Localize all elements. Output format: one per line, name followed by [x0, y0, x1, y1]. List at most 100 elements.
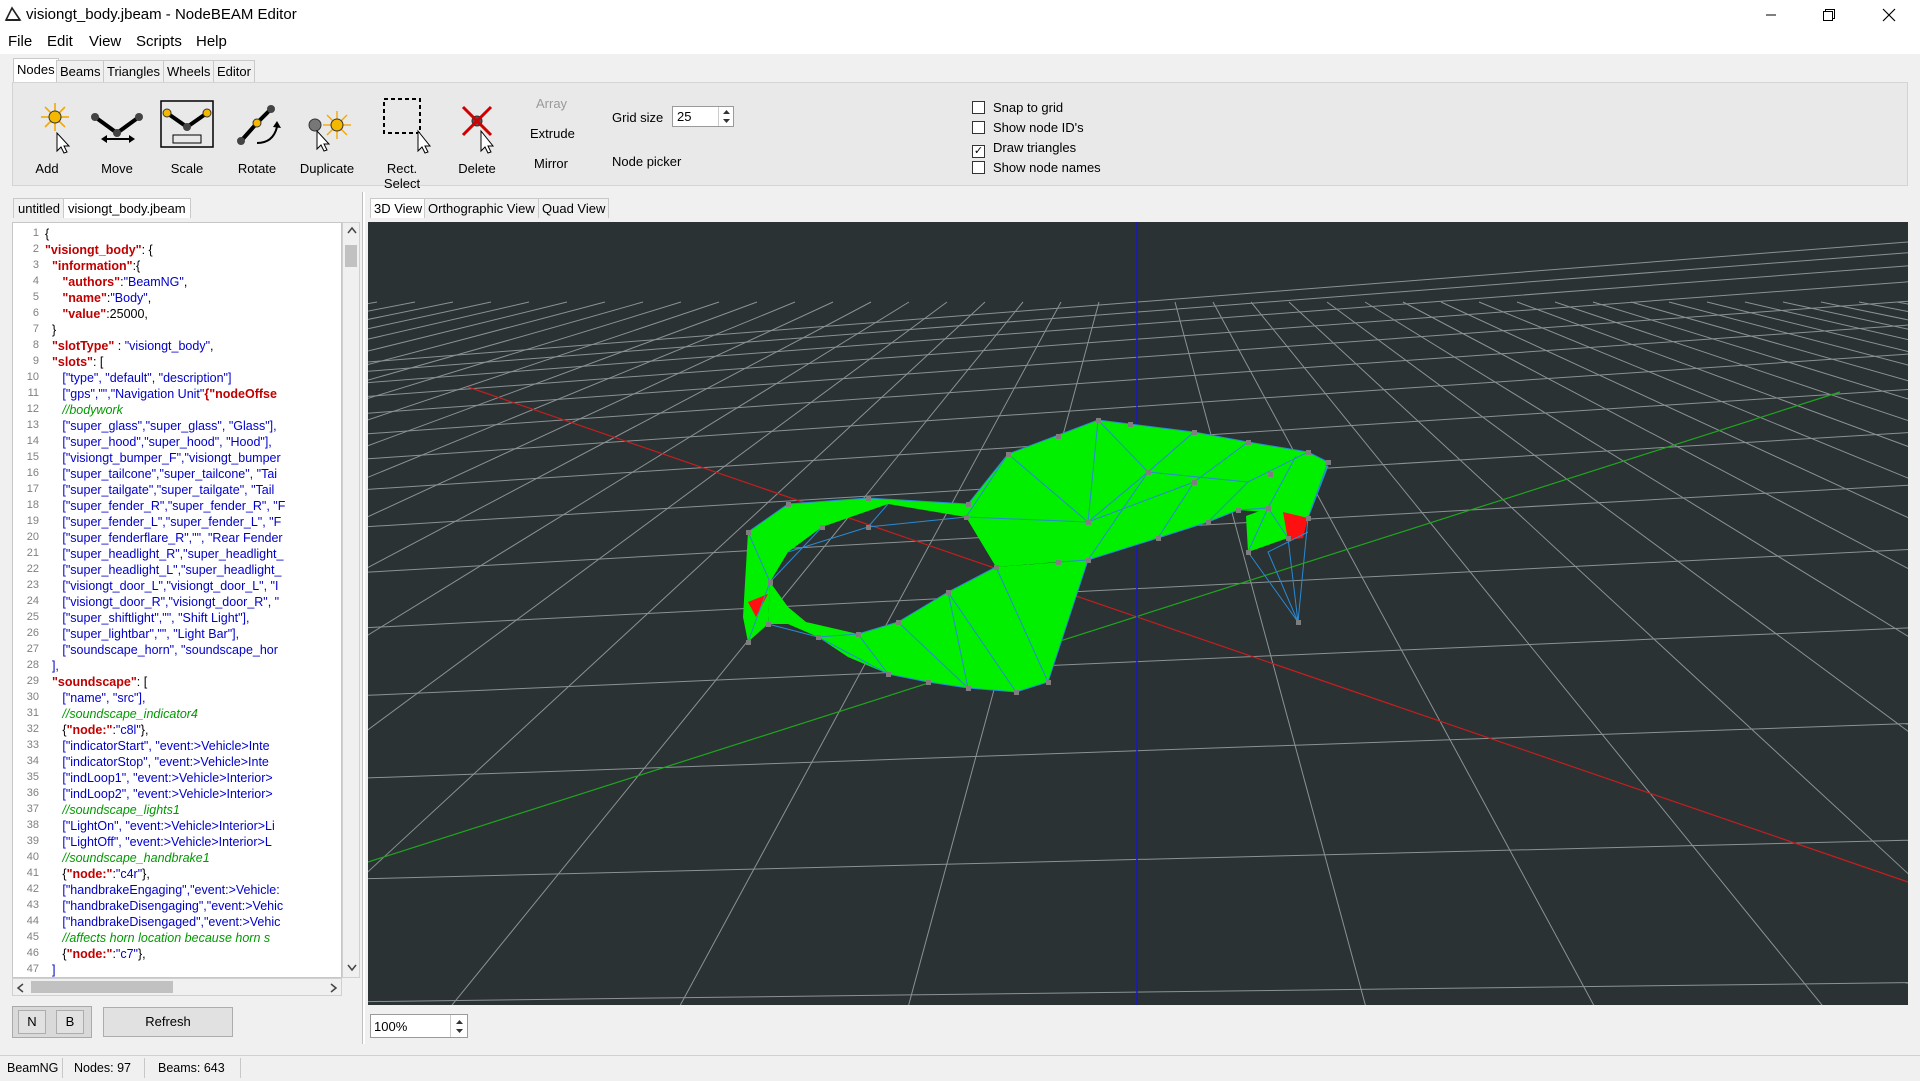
scroll-up-icon — [347, 226, 357, 234]
line-number: 32 — [26, 723, 39, 735]
mirror-button[interactable]: Mirror — [534, 156, 568, 171]
menu-file[interactable]: File — [8, 33, 32, 50]
menu-scripts[interactable]: Scripts — [136, 33, 182, 50]
line-number: 40 — [26, 851, 39, 863]
zoom-value: 100% — [374, 1019, 408, 1034]
code-horizontal-scrollbar[interactable] — [12, 978, 342, 996]
tab-editor[interactable]: Editor — [213, 60, 255, 82]
rect-select-tool-label: Rect. Select — [383, 161, 421, 191]
code-text: ["super_headlight_R","super_headlight_ — [62, 547, 284, 561]
checkbox-box — [972, 101, 985, 114]
restore-icon — [1823, 9, 1835, 21]
zoom-spinbox[interactable]: 100% — [370, 1014, 468, 1038]
line-number: 31 — [26, 707, 39, 719]
code-text: "slots": [ — [51, 355, 104, 369]
viewport-3d[interactable] — [368, 222, 1908, 1005]
rect-select-tool-button[interactable]: Rect. Select — [367, 95, 437, 191]
viewport-canvas[interactable] — [368, 222, 1908, 1005]
delete-icon — [461, 105, 495, 154]
code-text: "value":25000, — [62, 307, 148, 321]
add-tool-button[interactable]: Add — [12, 95, 82, 176]
line-number: 46 — [26, 947, 39, 959]
scroll-down-icon — [347, 964, 357, 972]
grid-size-spinbox[interactable]: 25 — [672, 106, 734, 127]
n-button[interactable]: N — [18, 1010, 46, 1034]
line-number: 47 — [26, 963, 39, 975]
file-tab-visiongt-body[interactable]: visiongt_body.jbeam — [63, 198, 191, 218]
checkbox-box — [972, 121, 985, 134]
duplicate-tool-button[interactable]: Duplicate — [292, 95, 362, 176]
code-text: ["handbrakeEngaging","event:>Vehicle: — [62, 883, 280, 897]
code-editor[interactable]: 1{2 "visiongt_body": {3 "information":{4 … — [12, 222, 342, 978]
line-number: 36 — [26, 787, 39, 799]
code-vertical-scrollbar[interactable] — [342, 222, 360, 978]
line-number: 2 — [32, 243, 39, 255]
scale-tool-button[interactable]: Scale — [152, 95, 222, 176]
spin-arrows-icon — [456, 1020, 463, 1033]
delete-tool-button[interactable]: Delete — [442, 95, 512, 176]
panel-splitter[interactable] — [362, 192, 365, 1044]
code-text: ["super_lightbar","", "Light Bar"], — [62, 627, 240, 641]
minimize-button[interactable] — [1742, 0, 1800, 30]
line-number: 12 — [26, 403, 39, 415]
code-text: ["LightOff", "event:>Vehicle>Interior>L — [62, 835, 272, 849]
spin-arrows-icon — [723, 110, 730, 123]
tab-triangles[interactable]: Triangles — [103, 60, 164, 82]
app-icon — [4, 6, 22, 21]
restore-button[interactable] — [1800, 0, 1858, 30]
add-tool-label: Add — [35, 161, 59, 176]
b-button[interactable]: B — [56, 1010, 84, 1034]
code-text: ["super_hood","super_hood", "Hood"], — [62, 435, 272, 449]
rotate-icon — [237, 105, 281, 145]
menu-edit[interactable]: Edit — [47, 33, 73, 50]
line-number: 15 — [26, 451, 39, 463]
line-number: 17 — [26, 483, 39, 495]
status-source: BeamNG — [7, 1061, 59, 1075]
code-text: ["super_tailgate","super_tailgate", "Tai… — [62, 483, 275, 497]
line-number: 13 — [26, 419, 39, 431]
tab-beams[interactable]: Beams — [56, 60, 105, 82]
tab-nodes[interactable]: Nodes — [13, 58, 59, 82]
snap-to-grid-label: Snap to grid — [993, 100, 1064, 115]
menu-help[interactable]: Help — [196, 33, 227, 50]
code-text: ["soundscape_horn", "soundscape_hor — [62, 643, 278, 657]
menu-view[interactable]: View — [89, 33, 121, 50]
rotate-tool-button[interactable]: Rotate — [222, 95, 292, 176]
file-tab-untitled[interactable]: untitled — [13, 198, 65, 218]
grid-size-stepper[interactable] — [718, 107, 734, 126]
line-number: 44 — [26, 915, 39, 927]
line-number: 23 — [26, 579, 39, 591]
array-button[interactable]: Array — [536, 96, 567, 111]
line-number: 28 — [26, 659, 39, 671]
line-number: 14 — [26, 435, 39, 447]
show-node-names-label: Show node names — [993, 160, 1101, 175]
code-text: ["indLoop2", "event:>Vehicle>Interior> — [62, 787, 273, 801]
line-number: 7 — [32, 323, 39, 335]
snap-to-grid-checkbox[interactable]: Snap to grid — [972, 100, 1063, 115]
draw-triangles-checkbox[interactable]: ✓ Draw triangles — [972, 140, 1076, 158]
move-tool-button[interactable]: Move — [82, 95, 152, 176]
show-node-ids-checkbox[interactable]: Show node ID's — [972, 120, 1084, 135]
zoom-stepper[interactable] — [450, 1015, 468, 1037]
ground-grid — [368, 241, 1908, 1005]
status-beams: Beams: 643 — [158, 1061, 225, 1075]
code-text: ["super_glass","super_glass", "Glass"], — [62, 419, 277, 433]
tab-quad-view[interactable]: Quad View — [538, 198, 610, 218]
scale-tool-label: Scale — [170, 161, 204, 176]
tab-orthographic-view[interactable]: Orthographic View — [424, 198, 539, 218]
line-number: 34 — [26, 755, 39, 767]
scroll-thumb[interactable] — [31, 981, 173, 993]
show-node-names-checkbox[interactable]: Show node names — [972, 160, 1101, 175]
tab-wheels[interactable]: Wheels — [163, 60, 215, 82]
refresh-button[interactable]: Refresh — [103, 1007, 233, 1037]
code-text: ["super_fender_L","super_fender_L", "F — [62, 515, 282, 529]
status-divider — [62, 1058, 63, 1078]
tab-3d-view[interactable]: 3D View — [370, 198, 427, 218]
rotate-tool-label: Rotate — [237, 161, 277, 176]
scroll-thumb[interactable] — [345, 245, 357, 267]
extrude-button[interactable]: Extrude — [530, 126, 575, 141]
line-number: 10 — [26, 371, 39, 383]
close-button[interactable] — [1860, 0, 1918, 30]
status-divider — [240, 1058, 241, 1078]
line-number: 38 — [26, 819, 39, 831]
